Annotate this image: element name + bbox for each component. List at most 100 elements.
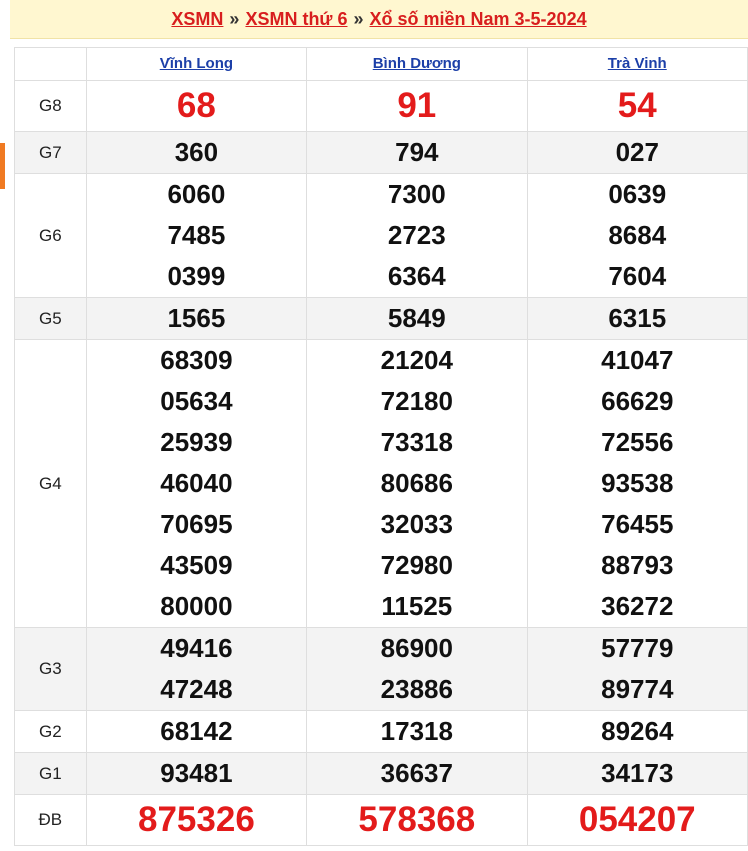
prize-number: 70695 — [160, 509, 233, 539]
breadcrumb: XSMN » XSMN thứ 6 » Xổ số miền Nam 3-5-2… — [10, 0, 748, 39]
prize-cell: 5849 — [306, 297, 528, 340]
prize-number: 57779 — [601, 633, 674, 663]
prize-number: 91 — [397, 86, 437, 125]
prize-row: G6 6060 7485 0399 7300 2723 6364 0639 8684 7604 — [14, 173, 748, 298]
province-link-binh-duong[interactable]: Bình Dương — [373, 55, 461, 72]
prize-number: 76455 — [601, 509, 674, 539]
prize-cell: 68142 — [85, 710, 308, 753]
prize-number: 23886 — [380, 674, 453, 704]
prize-row: G3 49416 47248 86900 23886 57779 89774 — [14, 627, 748, 711]
prize-cell: 68 — [85, 80, 308, 132]
prize-label: G3 — [14, 627, 87, 711]
prize-number: 72980 — [380, 550, 453, 580]
special-prize-number: 054207 — [578, 800, 696, 839]
prize-number: 1565 — [167, 303, 226, 333]
prize-number: 7300 — [387, 179, 446, 209]
prize-number: 25939 — [160, 427, 233, 457]
prize-number: 6364 — [387, 261, 446, 291]
prize-cell: 86900 23886 — [306, 627, 528, 711]
prize-cell: 93481 — [85, 752, 308, 795]
prize-number: 0399 — [167, 261, 226, 291]
prize-row: G7 360 794 027 — [14, 131, 748, 174]
prize-number: 72556 — [601, 427, 674, 457]
province-header-cell: Vĩnh Long — [85, 47, 308, 81]
prize-cell: 794 — [306, 131, 528, 174]
prize-cell: 57779 89774 — [526, 627, 748, 711]
prize-number: 46040 — [160, 468, 233, 498]
prize-cell: 1565 — [85, 297, 308, 340]
prize-number: 68142 — [160, 716, 233, 746]
prize-label: G5 — [14, 297, 87, 340]
prize-row: ĐB 875326 578368 054207 — [14, 794, 748, 846]
prize-number: 17318 — [380, 716, 453, 746]
prize-row: G5 1565 5849 6315 — [14, 297, 748, 340]
breadcrumb-separator: » — [353, 8, 364, 29]
prize-number: 86900 — [380, 633, 453, 663]
province-link-tra-vinh[interactable]: Trà Vinh — [608, 55, 667, 72]
prize-cell: 21204 72180 73318 80686 32033 72980 11525 — [306, 339, 528, 628]
prize-label: G7 — [14, 131, 87, 174]
prize-number: 36637 — [380, 758, 453, 788]
breadcrumb-link-xsmn[interactable]: XSMN — [171, 9, 223, 30]
prize-cell: 89264 — [526, 710, 748, 753]
breadcrumb-separator: » — [229, 8, 240, 29]
prize-number: 027 — [615, 137, 659, 167]
prize-number: 2723 — [387, 220, 446, 250]
prize-number: 41047 — [601, 345, 674, 375]
special-prize-number: 875326 — [138, 800, 255, 839]
prize-row: G8 68 91 54 — [14, 80, 748, 132]
prize-number: 47248 — [160, 674, 233, 704]
side-edge-tab[interactable] — [0, 143, 5, 189]
prize-cell: 360 — [85, 131, 308, 174]
prize-cell: 91 — [306, 80, 528, 132]
prize-number: 0639 — [608, 179, 667, 209]
prize-number: 68309 — [160, 345, 233, 375]
prize-number: 66629 — [601, 386, 674, 416]
prize-number: 72180 — [380, 386, 453, 416]
prize-number: 32033 — [380, 509, 453, 539]
prize-number: 8684 — [608, 220, 667, 250]
prize-number: 6060 — [167, 179, 226, 209]
prize-number: 794 — [395, 137, 439, 167]
prize-table-body: G8 68 91 54 G7 360 794 027 G6 6060 7485 0399 7300 272… — [14, 80, 748, 846]
prize-cell: 17318 — [306, 710, 528, 753]
prize-number: 80000 — [160, 591, 233, 621]
prize-label: G8 — [14, 80, 87, 132]
prize-number: 89264 — [601, 716, 674, 746]
prize-number: 80686 — [380, 468, 453, 498]
prize-cell: 7300 2723 6364 — [306, 173, 528, 298]
prize-label: G1 — [14, 752, 87, 795]
prize-number: 11525 — [381, 591, 453, 621]
prize-label: G2 — [14, 710, 87, 753]
prize-number: 93538 — [601, 468, 674, 498]
special-prize-number: 578368 — [358, 800, 476, 839]
province-link-vinh-long[interactable]: Vĩnh Long — [160, 55, 233, 72]
prize-number: 68 — [176, 86, 216, 125]
prize-number: 7604 — [608, 261, 667, 291]
prize-number: 6315 — [608, 303, 667, 333]
prize-number: 93481 — [160, 758, 233, 788]
header-corner-cell — [14, 47, 87, 81]
prize-cell: 68309 05634 25939 46040 70695 43509 80000 — [85, 339, 308, 628]
province-header-cell: Bình Dương — [306, 47, 528, 81]
prize-cell: 054207 — [526, 794, 748, 846]
prize-number: 49416 — [160, 633, 233, 663]
prize-cell: 36637 — [306, 752, 528, 795]
prize-cell: 54 — [526, 80, 748, 132]
prize-number: 05634 — [160, 386, 233, 416]
prize-number: 36272 — [601, 591, 674, 621]
prize-number: 88793 — [601, 550, 674, 580]
prize-number: 34173 — [601, 758, 674, 788]
prize-number: 89774 — [601, 674, 674, 704]
prize-cell: 027 — [526, 131, 748, 174]
prize-cell: 6315 — [526, 297, 748, 340]
prize-cell: 0639 8684 7604 — [526, 173, 748, 298]
prize-cell: 578368 — [306, 794, 528, 846]
prize-row: G2 68142 17318 89264 — [14, 710, 748, 753]
prize-number: 7485 — [167, 220, 226, 250]
prize-cell: 49416 47248 — [85, 627, 308, 711]
prize-cell: 6060 7485 0399 — [85, 173, 308, 298]
prize-number: 54 — [617, 86, 657, 125]
breadcrumb-link-xo-so-mien-nam[interactable]: Xổ số miền Nam 3-5-2024 — [370, 9, 587, 30]
breadcrumb-link-xsmn-thu-6[interactable]: XSMN thứ 6 — [245, 9, 347, 30]
